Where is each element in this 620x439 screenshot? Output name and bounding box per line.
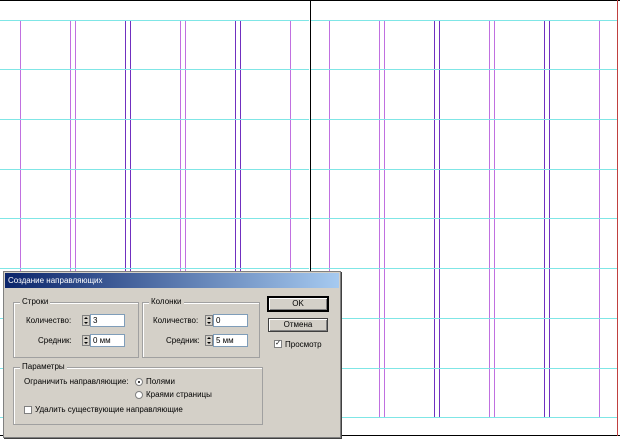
preview-label[interactable]: Просмотр [285,339,322,350]
horizontal-guide [311,268,617,269]
horizontal-guide [0,218,309,219]
horizontal-guide [0,169,309,170]
horizontal-guide [0,69,309,70]
ok-button[interactable]: OK [267,296,329,312]
vertical-guide [549,20,550,418]
cancel-button[interactable]: Отмена [268,318,328,332]
page-right-edge [617,0,618,436]
horizontal-guide [311,69,617,70]
rows-gutter-label: Средник: [38,336,72,345]
rows-gutter-spinner[interactable] [82,335,90,346]
rows-count-spinner[interactable] [82,315,90,326]
columns-gutter-label: Средник: [166,336,200,345]
fit-page-label[interactable]: Краями страницы [146,389,212,400]
horizontal-guide [311,218,617,219]
columns-group: Колонки [142,297,260,358]
vertical-guide [434,20,435,418]
fit-guides-label: Ограничить направляющие: [24,377,129,386]
horizontal-guide [311,368,617,369]
horizontal-guide [0,268,309,269]
columns-legend: Колонки [149,297,184,307]
vertical-guide [439,20,440,418]
remove-existing-checkbox[interactable] [24,406,32,414]
horizontal-guide [311,20,617,21]
horizontal-guide [311,417,617,418]
columns-count-spinner[interactable] [205,315,213,326]
fit-margins-label[interactable]: Полями [146,376,175,387]
columns-gutter-spinner[interactable] [205,335,213,346]
columns-count-field[interactable]: 0 [213,314,248,327]
rows-count-label: Количество: [26,316,72,325]
vertical-guide [544,20,545,418]
horizontal-guide [311,318,617,319]
columns-gutter-field[interactable]: 5 мм [213,334,248,347]
dialog-title[interactable]: Создание направляющих [5,273,339,288]
horizontal-guide [0,119,309,120]
options-legend: Параметры [20,362,67,372]
horizontal-guide [311,169,617,170]
page-top-edge [0,0,620,1]
rows-gutter-field[interactable]: 0 мм [90,334,125,347]
vertical-guide [494,20,495,418]
horizontal-guide [311,119,617,120]
vertical-guide [379,20,380,418]
rows-count-field[interactable]: 3 [90,314,125,327]
fit-page-radio[interactable] [135,391,143,399]
rows-legend: Строки [20,297,51,307]
preview-checkbox[interactable]: ✓ [274,340,282,348]
vertical-guide [384,20,385,418]
columns-count-label: Количество: [153,316,199,325]
fit-margins-radio[interactable] [135,378,143,386]
vertical-guide [599,20,600,418]
horizontal-guide [0,20,309,21]
remove-existing-label[interactable]: Удалить существующие направляющие [35,404,183,415]
rows-group: Строки [13,297,139,358]
vertical-guide [489,20,490,418]
create-guides-dialog: Создание направляющих Строки Количество:… [3,271,341,438]
